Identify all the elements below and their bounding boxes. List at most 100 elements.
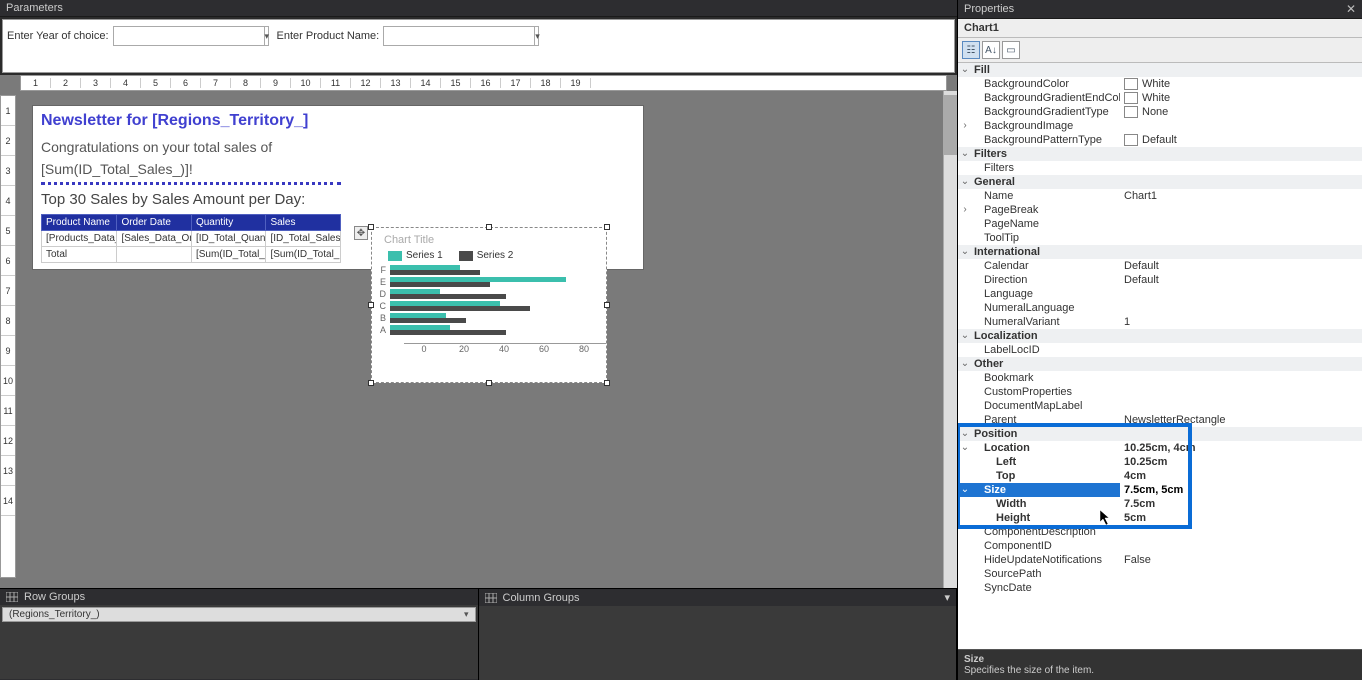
property-value[interactable]: White: [1120, 91, 1362, 105]
expand-icon[interactable]: ›: [958, 203, 972, 217]
chart-plot-area[interactable]: FEDCBA: [390, 265, 596, 343]
resize-handle[interactable]: [368, 224, 374, 230]
property-row[interactable]: ComponentID: [958, 539, 1362, 553]
property-row[interactable]: PageName: [958, 217, 1362, 231]
property-category[interactable]: ⌄International: [958, 245, 1362, 259]
property-category[interactable]: ⌄Position: [958, 427, 1362, 441]
property-row[interactable]: SourcePath: [958, 567, 1362, 581]
expand-icon[interactable]: ⌄: [958, 357, 972, 371]
sales-table[interactable]: Product Name Order Date Quantity Sales […: [41, 214, 341, 263]
resize-handle[interactable]: [486, 224, 492, 230]
property-value[interactable]: White: [1120, 77, 1362, 91]
property-row[interactable]: Top4cm: [958, 469, 1362, 483]
close-icon[interactable]: ✕: [1346, 2, 1356, 16]
property-value[interactable]: None: [1120, 105, 1362, 119]
td[interactable]: [ID_Total_Quant: [191, 231, 266, 247]
properties-grid[interactable]: ⌄FillBackgroundColorWhiteBackgroundGradi…: [958, 63, 1362, 649]
property-row[interactable]: ToolTip: [958, 231, 1362, 245]
scrollbar[interactable]: [943, 91, 957, 588]
property-row[interactable]: DocumentMapLabel: [958, 399, 1362, 413]
property-row[interactable]: ⌄Location10.25cm, 4cm: [958, 441, 1362, 455]
resize-handle[interactable]: [604, 380, 610, 386]
property-value[interactable]: NewsletterRectangle: [1120, 413, 1362, 427]
property-row[interactable]: ⌄Size7.5cm, 5cm: [958, 483, 1362, 497]
property-category[interactable]: ⌄Other: [958, 357, 1362, 371]
property-row[interactable]: ParentNewsletterRectangle: [958, 413, 1362, 427]
expand-icon[interactable]: ⌄: [958, 175, 972, 189]
property-row[interactable]: ComponentDescription: [958, 525, 1362, 539]
property-value[interactable]: Chart1: [1120, 189, 1362, 203]
property-value[interactable]: 5cm: [1120, 511, 1362, 525]
chart-item[interactable]: ✥ Chart Title Series 1 Series 2 FEDCBA: [371, 227, 607, 383]
property-row[interactable]: Filters: [958, 161, 1362, 175]
sort-az-button[interactable]: A↓: [982, 41, 1000, 59]
param-input-0[interactable]: [114, 27, 264, 45]
property-row[interactable]: ›PageBreak: [958, 203, 1362, 217]
property-row[interactable]: Width7.5cm: [958, 497, 1362, 511]
property-category[interactable]: ⌄Localization: [958, 329, 1362, 343]
property-value[interactable]: 7.5cm, 5cm: [1120, 483, 1362, 497]
expand-icon[interactable]: ⌄: [958, 427, 972, 441]
property-row[interactable]: ›BackgroundImage: [958, 119, 1362, 133]
property-row[interactable]: NumeralVariant1: [958, 315, 1362, 329]
chevron-down-icon[interactable]: ▾: [264, 27, 270, 45]
td[interactable]: [Sum(ID_Total_Q: [191, 247, 266, 263]
property-category[interactable]: ⌄Filters: [958, 147, 1362, 161]
property-value[interactable]: False: [1120, 553, 1362, 567]
resize-handle[interactable]: [486, 380, 492, 386]
td[interactable]: [ID_Total_Sales: [266, 231, 341, 247]
resize-handle[interactable]: [604, 224, 610, 230]
th-0[interactable]: Product Name: [42, 215, 117, 231]
td[interactable]: [Sales_Data_Or: [117, 231, 192, 247]
newsletter-line1[interactable]: Congratulations on your total sales of: [41, 138, 635, 156]
property-category[interactable]: ⌄General: [958, 175, 1362, 189]
property-row[interactable]: NumeralLanguage: [958, 301, 1362, 315]
expand-icon[interactable]: ⌄: [958, 63, 972, 77]
property-row[interactable]: LabelLocID: [958, 343, 1362, 357]
properties-subject[interactable]: Chart1: [958, 19, 1362, 38]
th-2[interactable]: Quantity: [191, 215, 266, 231]
resize-handle[interactable]: [604, 302, 610, 308]
expand-icon[interactable]: ›: [958, 119, 972, 133]
property-row[interactable]: BackgroundColorWhite: [958, 77, 1362, 91]
newsletter-subhead[interactable]: Top 30 Sales by Sales Amount per Day:: [41, 191, 635, 208]
property-row[interactable]: SyncDate: [958, 581, 1362, 595]
newsletter-title[interactable]: Newsletter for [Regions_Territory_]: [41, 112, 635, 130]
resize-handle[interactable]: [368, 380, 374, 386]
categorize-button[interactable]: ☷: [962, 41, 980, 59]
property-row[interactable]: NameChart1: [958, 189, 1362, 203]
chevron-down-icon[interactable]: ▾: [944, 591, 950, 604]
expand-icon[interactable]: ⌄: [958, 329, 972, 343]
expand-icon[interactable]: ⌄: [958, 441, 972, 455]
property-value[interactable]: 4cm: [1120, 469, 1362, 483]
chevron-down-icon[interactable]: ▾: [464, 609, 469, 620]
td[interactable]: Total: [42, 247, 117, 263]
th-1[interactable]: Order Date: [117, 215, 192, 231]
property-value[interactable]: 7.5cm: [1120, 497, 1362, 511]
property-row[interactable]: BackgroundGradientEndColorWhite: [958, 91, 1362, 105]
property-value[interactable]: Default: [1120, 133, 1362, 147]
property-value[interactable]: Default: [1120, 273, 1362, 287]
move-handle-icon[interactable]: ✥: [354, 226, 368, 240]
property-row[interactable]: Language: [958, 287, 1362, 301]
property-row[interactable]: BackgroundGradientTypeNone: [958, 105, 1362, 119]
expand-icon[interactable]: ⌄: [958, 245, 972, 259]
td[interactable]: [Sum(ID_Total_: [266, 247, 341, 263]
resize-handle[interactable]: [368, 302, 374, 308]
property-row[interactable]: BackgroundPatternTypeDefault: [958, 133, 1362, 147]
param-input-1[interactable]: [384, 27, 534, 45]
chart-legend[interactable]: Series 1 Series 2: [372, 248, 606, 265]
design-surface[interactable]: 12345678910111213141516171819 1234567891…: [0, 75, 957, 588]
property-value[interactable]: 10.25cm, 4cm: [1120, 441, 1362, 455]
scrollbar-thumb[interactable]: [944, 95, 957, 155]
td[interactable]: [Products_Data_: [42, 231, 117, 247]
th-3[interactable]: Sales: [266, 215, 341, 231]
row-group-item[interactable]: (Regions_Territory_) ▾: [2, 607, 476, 622]
property-value[interactable]: 1: [1120, 315, 1362, 329]
property-row[interactable]: Left10.25cm: [958, 455, 1362, 469]
property-row[interactable]: CustomProperties: [958, 385, 1362, 399]
expand-icon[interactable]: ⌄: [958, 483, 972, 497]
property-row[interactable]: HideUpdateNotificationsFalse: [958, 553, 1362, 567]
report-canvas[interactable]: Newsletter for [Regions_Territory_] Cong…: [32, 105, 644, 270]
property-value[interactable]: 10.25cm: [1120, 455, 1362, 469]
